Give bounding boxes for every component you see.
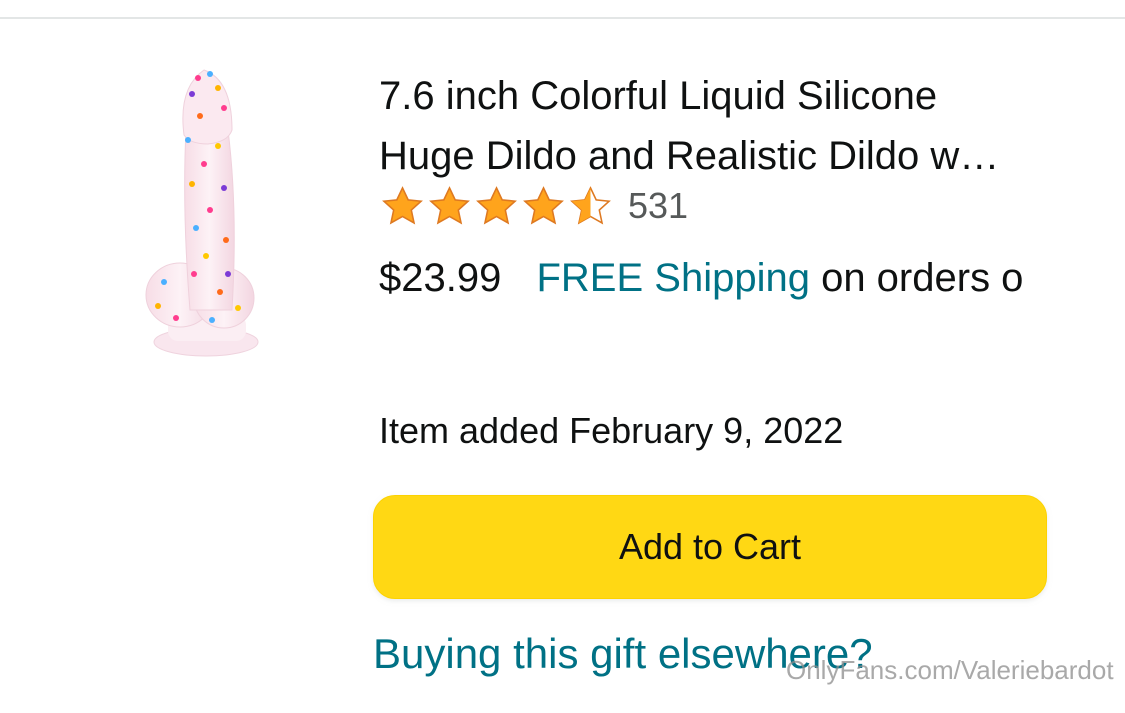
rating-row[interactable]: 531	[379, 180, 688, 232]
star-half-icon	[570, 185, 611, 224]
star-rating[interactable]	[379, 183, 614, 230]
shipping-details-text: on orders o	[821, 256, 1024, 300]
star-full-icon	[429, 185, 470, 224]
item-added-date: Item added February 9, 2022	[379, 410, 844, 451]
price-row: $23.99 FREE Shipping on orders o	[379, 252, 1084, 304]
star-full-icon	[382, 185, 423, 224]
add-to-cart-button[interactable]: Add to Cart	[373, 495, 1047, 599]
shipping-details: on orders o	[821, 256, 1023, 300]
top-divider	[0, 17, 1125, 19]
free-shipping-link[interactable]: FREE Shipping	[536, 256, 809, 300]
watermark: OnlyFans.com/Valeriebardot	[786, 655, 1114, 685]
star-full-icon	[476, 185, 517, 224]
price: $23.99	[379, 256, 502, 300]
product-title-line-2[interactable]: Huge Dildo and Realistic Dildo w…	[379, 126, 1084, 186]
product-title[interactable]: 7.6 inch Colorful Liquid Silicone Huge D…	[379, 66, 1084, 186]
wishlist-item-page: 7.6 inch Colorful Liquid Silicone Huge D…	[0, 0, 1125, 713]
rating-count[interactable]: 531	[628, 185, 688, 227]
product-title-line-1[interactable]: 7.6 inch Colorful Liquid Silicone	[379, 66, 1084, 126]
star-full-icon	[523, 185, 564, 224]
product-image[interactable]	[128, 60, 278, 370]
